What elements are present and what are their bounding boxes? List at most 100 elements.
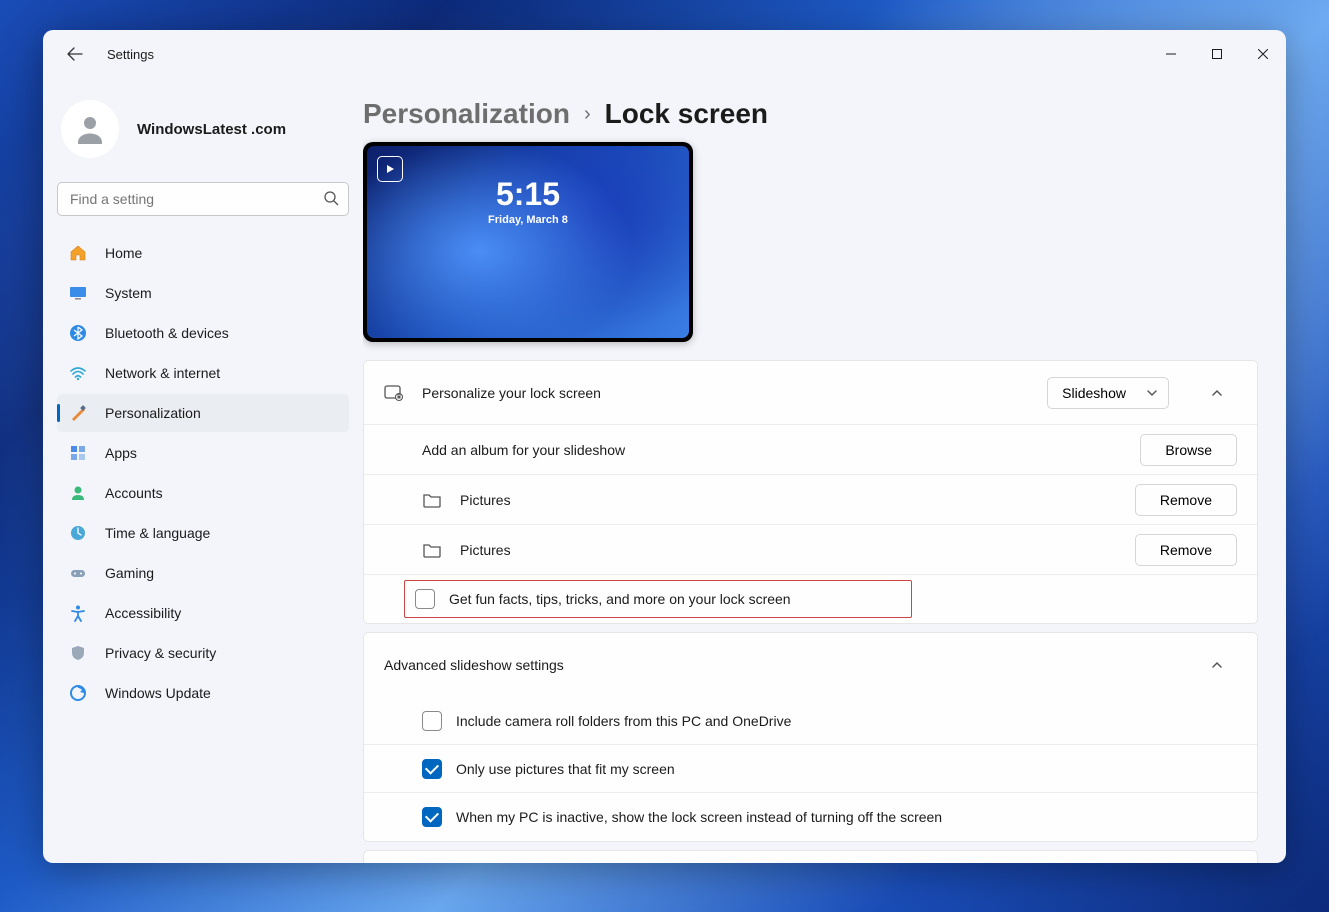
shield-icon: [69, 644, 87, 662]
nav-label: Time & language: [105, 525, 210, 541]
fit-screen-checkbox[interactable]: [422, 759, 442, 779]
apps-icon: [69, 444, 87, 462]
search-wrap: [57, 182, 349, 216]
next-card-peek: [363, 850, 1258, 863]
close-button[interactable]: [1240, 38, 1286, 70]
personalize-title: Personalize your lock screen: [422, 385, 601, 401]
remove-folder-button[interactable]: Remove: [1135, 484, 1237, 516]
fit-screen-label: Only use pictures that fit my screen: [456, 761, 675, 777]
lockscreen-preview[interactable]: 5:15 Friday, March 8: [363, 142, 693, 342]
nav-accounts[interactable]: Accounts: [57, 474, 349, 512]
nav-privacy[interactable]: Privacy & security: [57, 634, 349, 672]
personalize-header-row[interactable]: Personalize your lock screen Slideshow: [364, 361, 1257, 425]
monitor-icon: [69, 284, 87, 302]
advanced-card: Advanced slideshow settings Include came…: [363, 632, 1258, 842]
camera-roll-label: Include camera roll folders from this PC…: [456, 713, 791, 729]
collapse-button[interactable]: [1197, 373, 1237, 413]
search-input[interactable]: [57, 182, 349, 216]
personalize-card: Personalize your lock screen Slideshow A…: [363, 360, 1258, 624]
nav-label: Bluetooth & devices: [105, 325, 229, 341]
nav-label: Personalization: [105, 405, 201, 421]
profile-name: WindowsLatest .com: [137, 121, 286, 138]
nav-personalization[interactable]: Personalization: [57, 394, 349, 432]
arrow-left-icon: [67, 46, 83, 62]
fun-facts-label: Get fun facts, tips, tricks, and more on…: [449, 591, 791, 607]
main-content[interactable]: Personalization › Lock screen 5:15 Frida…: [363, 78, 1286, 863]
folder-icon: [422, 490, 442, 510]
nav-label: Apps: [105, 445, 137, 461]
nav-bluetooth[interactable]: Bluetooth & devices: [57, 314, 349, 352]
nav-label: Accessibility: [105, 605, 181, 621]
fun-facts-highlight: Get fun facts, tips, tricks, and more on…: [404, 580, 912, 618]
app-title: Settings: [107, 47, 154, 62]
preview-date: Friday, March 8: [363, 214, 693, 226]
bluetooth-icon: [69, 324, 87, 342]
update-icon: [69, 684, 87, 702]
add-album-label: Add an album for your slideshow: [422, 442, 625, 458]
titlebar: Settings: [43, 30, 1286, 78]
nav-update[interactable]: Windows Update: [57, 674, 349, 712]
nav-accessibility[interactable]: Accessibility: [57, 594, 349, 632]
select-value: Slideshow: [1062, 385, 1126, 401]
advanced-title: Advanced slideshow settings: [384, 657, 564, 673]
sidebar: WindowsLatest .com Home System: [43, 78, 363, 863]
slideshow-folder-row: Pictures Remove: [364, 525, 1257, 575]
folder-name: Pictures: [460, 492, 511, 508]
lockscreen-mode-select[interactable]: Slideshow: [1047, 377, 1169, 409]
image-lock-icon: [384, 383, 404, 403]
nav-system[interactable]: System: [57, 274, 349, 312]
profile-section[interactable]: WindowsLatest .com: [57, 88, 349, 182]
add-album-row: Add an album for your slideshow Browse: [364, 425, 1257, 475]
folder-icon: [422, 540, 442, 560]
minimize-button[interactable]: [1148, 38, 1194, 70]
camera-roll-checkbox[interactable]: [422, 711, 442, 731]
nav-time[interactable]: Time & language: [57, 514, 349, 552]
settings-window: Settings WindowsLatest .com: [43, 30, 1286, 863]
nav-home[interactable]: Home: [57, 234, 349, 272]
page-title: Lock screen: [605, 98, 768, 130]
chevron-up-icon: [1210, 386, 1224, 400]
person-icon: [72, 111, 108, 147]
back-button[interactable]: [59, 38, 91, 70]
nav-gaming[interactable]: Gaming: [57, 554, 349, 592]
breadcrumb-parent[interactable]: Personalization: [363, 98, 570, 130]
fun-facts-checkbox[interactable]: [415, 589, 435, 609]
breadcrumb: Personalization › Lock screen: [363, 98, 1258, 130]
account-icon: [69, 484, 87, 502]
slideshow-folder-row: Pictures Remove: [364, 475, 1257, 525]
avatar: [61, 100, 119, 158]
preview-time: 5:15: [363, 176, 693, 213]
chevron-up-icon: [1210, 658, 1224, 672]
folder-name: Pictures: [460, 542, 511, 558]
collapse-button[interactable]: [1197, 645, 1237, 685]
nav-label: Privacy & security: [105, 645, 216, 661]
home-icon: [69, 244, 87, 262]
nav-label: Accounts: [105, 485, 163, 501]
maximize-button[interactable]: [1194, 38, 1240, 70]
remove-folder-button[interactable]: Remove: [1135, 534, 1237, 566]
search-icon: [323, 190, 339, 211]
gamepad-icon: [69, 564, 87, 582]
nav-label: Network & internet: [105, 365, 220, 381]
camera-roll-row: Include camera roll folders from this PC…: [364, 697, 1257, 745]
nav-apps[interactable]: Apps: [57, 434, 349, 472]
window-controls: [1148, 38, 1286, 70]
fun-facts-row: Get fun facts, tips, tricks, and more on…: [364, 575, 1257, 623]
clock-globe-icon: [69, 524, 87, 542]
chevron-right-icon: ›: [584, 103, 591, 126]
inactive-label: When my PC is inactive, show the lock sc…: [456, 809, 942, 825]
chevron-down-icon: [1146, 387, 1158, 399]
nav-label: Gaming: [105, 565, 154, 581]
paintbrush-icon: [69, 404, 87, 422]
browse-button[interactable]: Browse: [1140, 434, 1237, 466]
nav-label: Home: [105, 245, 142, 261]
advanced-header-row[interactable]: Advanced slideshow settings: [364, 633, 1257, 697]
nav-label: System: [105, 285, 152, 301]
inactive-row: When my PC is inactive, show the lock sc…: [364, 793, 1257, 841]
nav-network[interactable]: Network & internet: [57, 354, 349, 392]
nav-label: Windows Update: [105, 685, 211, 701]
accessibility-icon: [69, 604, 87, 622]
nav-list: Home System Bluetooth & devices Network …: [57, 234, 349, 712]
preview-wallpaper: [367, 146, 689, 338]
inactive-checkbox[interactable]: [422, 807, 442, 827]
